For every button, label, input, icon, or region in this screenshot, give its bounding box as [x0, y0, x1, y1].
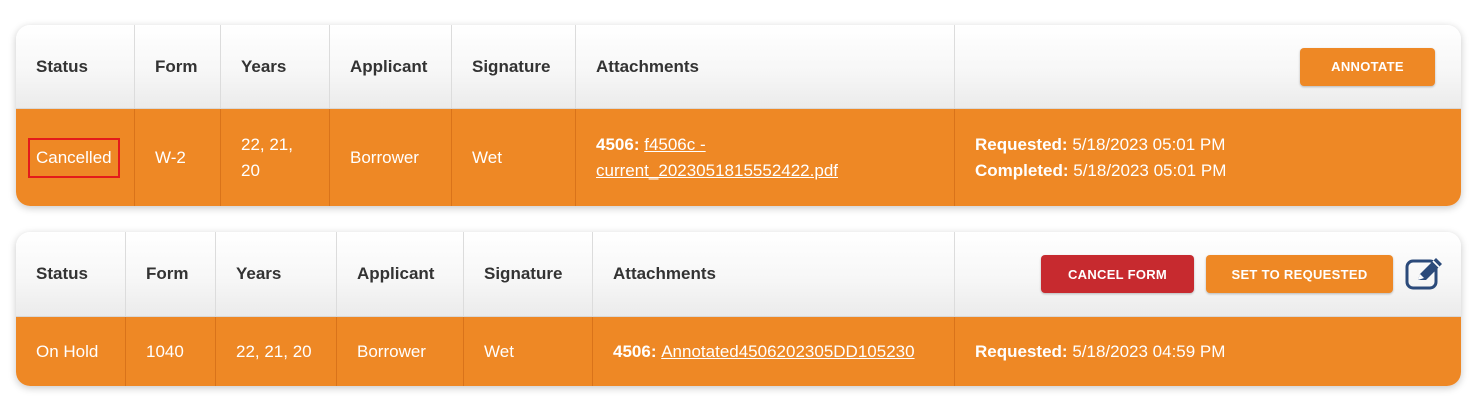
- applicant-column-header: Applicant: [337, 232, 464, 316]
- attachments-column-header: Attachments: [593, 232, 955, 316]
- years-cell: 22, 21, 20: [221, 109, 330, 206]
- signature-column-header: Signature: [452, 25, 576, 108]
- requested-label: Requested:: [975, 341, 1068, 361]
- actions-header: CANCEL FORM SET TO REQUESTED: [955, 232, 1461, 316]
- status-column-header: Status: [16, 232, 126, 316]
- dates-cell: Requested: 5/18/2023 05:01 PM Completed:…: [955, 109, 1461, 206]
- attachments-column-header: Attachments: [576, 25, 955, 108]
- attachment-link[interactable]: f4506c -: [644, 135, 705, 154]
- form-column-header: Form: [126, 232, 216, 316]
- years-value-line2: 20: [241, 160, 260, 180]
- actions-header: ANNOTATE: [955, 25, 1461, 108]
- years-cell: 22, 21, 20: [216, 317, 337, 386]
- applicant-column-header: Applicant: [330, 25, 452, 108]
- attachments-cell: 4506: f4506c - current_2023051815552422.…: [576, 109, 955, 206]
- table-row: On Hold 1040 22, 21, 20 Borrower Wet 450…: [16, 317, 1461, 386]
- order-card-w2: Status Form Years Applicant Signature At…: [16, 25, 1461, 206]
- order-card-1040: Status Form Years Applicant Signature At…: [16, 232, 1461, 386]
- completed-label: Completed:: [975, 160, 1069, 180]
- signature-column-header: Signature: [464, 232, 593, 316]
- form-cell: 1040: [126, 317, 216, 386]
- table-row: Cancelled W-2 22, 21, 20 Borrower Wet 45…: [16, 109, 1461, 206]
- status-cell: On Hold: [16, 317, 126, 386]
- applicant-cell: Borrower: [330, 109, 452, 206]
- form-column-header: Form: [135, 25, 221, 108]
- applicant-cell: Borrower: [337, 317, 464, 386]
- status-column-header: Status: [16, 25, 135, 108]
- dates-cell: Requested: 5/18/2023 04:59 PM: [955, 317, 1461, 386]
- set-to-requested-button[interactable]: SET TO REQUESTED: [1206, 255, 1393, 293]
- edit-icon[interactable]: [1403, 254, 1447, 294]
- attachment-link-continued[interactable]: current_2023051815552422.pdf: [596, 158, 838, 184]
- requested-date: 5/18/2023 05:01 PM: [1072, 134, 1226, 154]
- years-value-line1: 22, 21,: [241, 134, 293, 154]
- attachment-label: 4506:: [613, 341, 657, 361]
- table-header-row: Status Form Years Applicant Signature At…: [16, 232, 1461, 317]
- years-column-header: Years: [216, 232, 337, 316]
- status-cell: Cancelled: [16, 109, 135, 206]
- form-cell: W-2: [135, 109, 221, 206]
- years-column-header: Years: [221, 25, 330, 108]
- signature-cell: Wet: [452, 109, 576, 206]
- attachment-link[interactable]: Annotated4506202305DD105230: [661, 339, 914, 365]
- cancel-form-button[interactable]: CANCEL FORM: [1041, 255, 1194, 293]
- status-value: Cancelled: [28, 137, 120, 178]
- requested-label: Requested:: [975, 134, 1068, 154]
- completed-date: 5/18/2023 05:01 PM: [1073, 160, 1227, 180]
- attachment-label: 4506:: [596, 134, 640, 154]
- signature-cell: Wet: [464, 317, 593, 386]
- annotate-button[interactable]: ANNOTATE: [1300, 47, 1435, 86]
- table-header-row: Status Form Years Applicant Signature At…: [16, 25, 1461, 109]
- requested-date: 5/18/2023 04:59 PM: [1072, 341, 1226, 361]
- attachments-cell: 4506: Annotated4506202305DD105230: [593, 317, 955, 386]
